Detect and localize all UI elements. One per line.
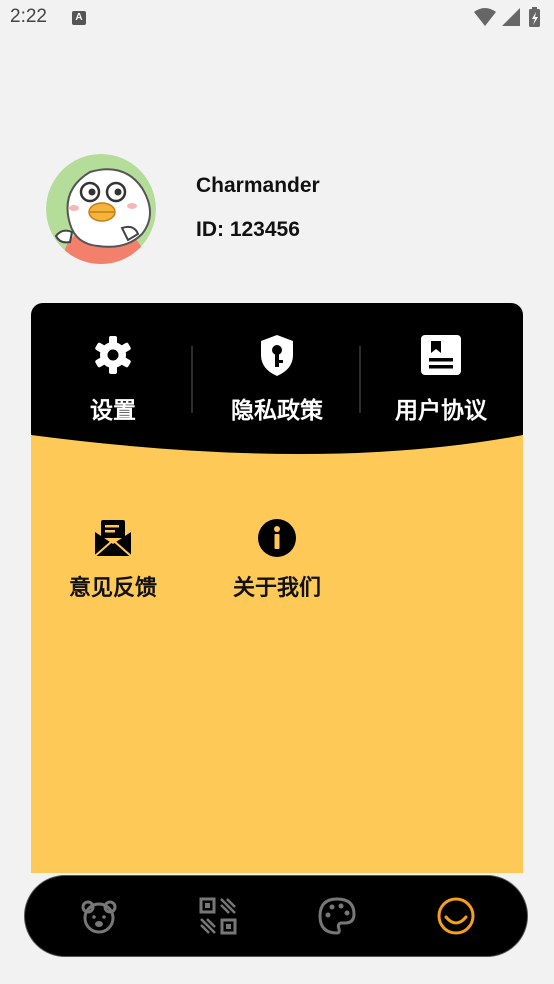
feedback-label: 意见反馈 — [68, 576, 157, 601]
username: Charmander — [196, 174, 320, 197]
avatar[interactable] — [46, 154, 156, 264]
shield-key-icon — [261, 335, 293, 376]
bottom-navigation — [24, 875, 528, 957]
mail-icon — [94, 520, 132, 557]
palette-icon[interactable] — [317, 896, 357, 936]
status-icons — [474, 7, 540, 27]
settings-label: 设置 — [90, 398, 136, 424]
cell-signal-icon — [502, 8, 520, 26]
divider — [191, 346, 193, 413]
notification-icon: A — [72, 11, 86, 25]
user-agreement-label: 用户协议 — [395, 398, 487, 424]
feedback-button[interactable]: 意见反馈 — [31, 518, 195, 602]
about-us-label: 关于我们 — [232, 576, 321, 601]
bear-icon[interactable] — [79, 896, 119, 936]
status-time: 2:22 — [10, 6, 47, 27]
user-agreement-button[interactable]: 用户协议 — [359, 333, 523, 425]
privacy-policy-button[interactable]: 隐私政策 — [195, 333, 359, 425]
smile-icon[interactable] — [436, 896, 476, 936]
gear-icon — [95, 336, 131, 374]
settings-button[interactable]: 设置 — [31, 333, 195, 425]
status-bar: 2:22 A — [0, 0, 554, 38]
menu-card: 设置 隐私政策 用户协议 意见反馈 关于我们 — [31, 303, 523, 873]
info-icon — [258, 519, 296, 557]
wifi-icon — [474, 8, 496, 26]
qr-icon[interactable] — [198, 896, 238, 936]
battery-icon — [529, 7, 540, 27]
user-id: ID: 123456 — [196, 218, 300, 241]
privacy-policy-label: 隐私政策 — [231, 398, 323, 424]
document-icon — [421, 335, 461, 375]
about-us-button[interactable]: 关于我们 — [195, 518, 359, 602]
